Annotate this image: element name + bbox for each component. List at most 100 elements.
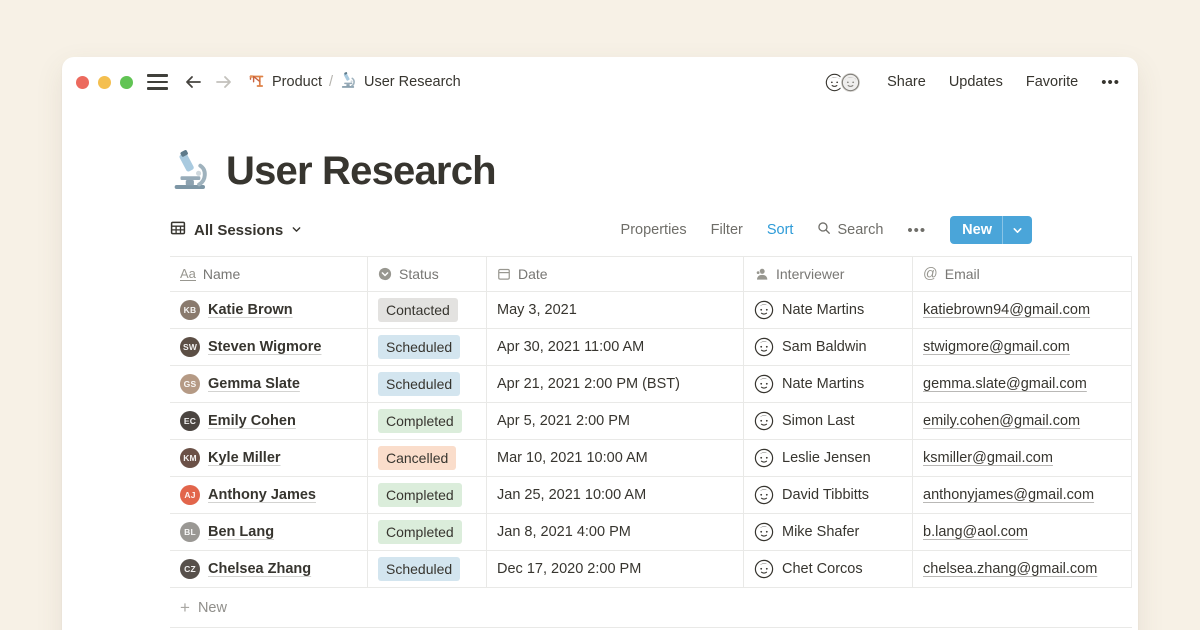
participant-name-link[interactable]: Ben Lang (208, 524, 274, 540)
table-row[interactable]: AJ Anthony James Completed Jan 25, 2021 … (170, 477, 1132, 514)
interviewer-cell[interactable]: David Tibbitts (744, 477, 913, 514)
column-label: Date (518, 266, 548, 282)
participant-name-link[interactable]: Katie Brown (208, 302, 293, 318)
date-cell[interactable]: Apr 21, 2021 2:00 PM (BST) (487, 366, 744, 403)
sort-button[interactable]: Sort (767, 222, 794, 238)
date-cell[interactable]: Mar 10, 2021 10:00 AM (487, 440, 744, 477)
view-switcher[interactable]: All Sessions (170, 220, 302, 240)
date-cell[interactable]: May 3, 2021 (487, 292, 744, 329)
favorite-button[interactable]: Favorite (1026, 74, 1078, 90)
column-header-date[interactable]: Date (487, 257, 744, 292)
page-microscope-icon[interactable] (170, 150, 212, 192)
close-window-button[interactable] (76, 76, 89, 89)
email-cell[interactable]: b.lang@aol.com (913, 514, 1132, 551)
status-cell[interactable]: Cancelled (368, 440, 487, 477)
email-link[interactable]: b.lang@aol.com (923, 524, 1028, 540)
new-row-label: New (198, 600, 227, 616)
breadcrumb-item-product[interactable]: Product (249, 72, 322, 92)
name-cell[interactable]: AJ Anthony James (170, 477, 368, 514)
interviewer-cell[interactable]: Sam Baldwin (744, 329, 913, 366)
status-cell[interactable]: Completed (368, 514, 487, 551)
updates-button[interactable]: Updates (949, 74, 1003, 90)
table-row[interactable]: BL Ben Lang Completed Jan 8, 2021 4:00 P… (170, 514, 1132, 551)
name-cell[interactable]: CZ Chelsea Zhang (170, 551, 368, 588)
interviewer-cell[interactable]: Mike Shafer (744, 514, 913, 551)
status-cell[interactable]: Contacted (368, 292, 487, 329)
date-cell[interactable]: Jan 25, 2021 10:00 AM (487, 477, 744, 514)
new-button-chevron-icon[interactable] (1003, 225, 1032, 236)
column-header-status[interactable]: Status (368, 257, 487, 292)
forward-arrow-icon[interactable] (215, 74, 233, 90)
interviewer-cell[interactable]: Chet Corcos (744, 551, 913, 588)
interviewer-cell[interactable]: Nate Martins (744, 292, 913, 329)
status-cell[interactable]: Scheduled (368, 551, 487, 588)
status-cell[interactable]: Scheduled (368, 329, 487, 366)
new-row-button[interactable]: + New (170, 588, 1132, 628)
interviewer-cell[interactable]: Nate Martins (744, 366, 913, 403)
breadcrumb-item-user-research[interactable]: User Research (340, 72, 461, 93)
interviewer-name: Chet Corcos (782, 561, 863, 577)
table-row[interactable]: KB Katie Brown Contacted May 3, 2021 Nat… (170, 292, 1132, 329)
participant-name-link[interactable]: Kyle Miller (208, 450, 281, 466)
column-header-interviewer[interactable]: Interviewer (744, 257, 913, 292)
email-cell[interactable]: anthonyjames@gmail.com (913, 477, 1132, 514)
email-cell[interactable]: gemma.slate@gmail.com (913, 366, 1132, 403)
table-row[interactable]: EC Emily Cohen Completed Apr 5, 2021 2:0… (170, 403, 1132, 440)
email-cell[interactable]: ksmiller@gmail.com (913, 440, 1132, 477)
table-row[interactable]: KM Kyle Miller Cancelled Mar 10, 2021 10… (170, 440, 1132, 477)
name-cell[interactable]: KB Katie Brown (170, 292, 368, 329)
email-cell[interactable]: emily.cohen@gmail.com (913, 403, 1132, 440)
share-button[interactable]: Share (887, 74, 926, 90)
zoom-window-button[interactable] (120, 76, 133, 89)
email-property-icon: @ (923, 266, 938, 282)
email-link[interactable]: anthonyjames@gmail.com (923, 487, 1094, 503)
interviewer-cell[interactable]: Simon Last (744, 403, 913, 440)
more-options-icon[interactable]: ••• (1101, 74, 1120, 91)
table-row[interactable]: GS Gemma Slate Scheduled Apr 21, 2021 2:… (170, 366, 1132, 403)
status-cell[interactable]: Completed (368, 477, 487, 514)
participant-name-link[interactable]: Anthony James (208, 487, 316, 503)
table-row[interactable]: CZ Chelsea Zhang Scheduled Dec 17, 2020 … (170, 551, 1132, 588)
status-cell[interactable]: Completed (368, 403, 487, 440)
table-row[interactable]: SW Steven Wigmore Scheduled Apr 30, 2021… (170, 329, 1132, 366)
page-title: User Research (226, 149, 496, 194)
properties-button[interactable]: Properties (621, 222, 687, 238)
email-cell[interactable]: katiebrown94@gmail.com (913, 292, 1132, 329)
collaborator-avatar[interactable] (839, 71, 862, 94)
interviewer-name: Leslie Jensen (782, 450, 871, 466)
email-link[interactable]: ksmiller@gmail.com (923, 450, 1053, 466)
participant-name-link[interactable]: Steven Wigmore (208, 339, 321, 355)
date-cell[interactable]: Dec 17, 2020 2:00 PM (487, 551, 744, 588)
date-cell[interactable]: Apr 5, 2021 2:00 PM (487, 403, 744, 440)
sidebar-menu-icon[interactable] (147, 74, 168, 89)
filter-button[interactable]: Filter (711, 222, 743, 238)
email-cell[interactable]: chelsea.zhang@gmail.com (913, 551, 1132, 588)
participant-name-link[interactable]: Chelsea Zhang (208, 561, 311, 577)
email-link[interactable]: katiebrown94@gmail.com (923, 302, 1090, 318)
status-cell[interactable]: Scheduled (368, 366, 487, 403)
email-cell[interactable]: stwigmore@gmail.com (913, 329, 1132, 366)
status-badge: Scheduled (378, 335, 460, 359)
email-link[interactable]: gemma.slate@gmail.com (923, 376, 1087, 392)
column-header-name[interactable]: Aa Name (170, 257, 368, 292)
date-value: Jan 8, 2021 4:00 PM (497, 524, 631, 540)
back-arrow-icon[interactable] (184, 74, 202, 90)
email-link[interactable]: emily.cohen@gmail.com (923, 413, 1080, 429)
name-cell[interactable]: KM Kyle Miller (170, 440, 368, 477)
toolbar-more-icon[interactable]: ••• (907, 222, 926, 239)
name-cell[interactable]: SW Steven Wigmore (170, 329, 368, 366)
name-cell[interactable]: EC Emily Cohen (170, 403, 368, 440)
minimize-window-button[interactable] (98, 76, 111, 89)
email-link[interactable]: stwigmore@gmail.com (923, 339, 1070, 355)
column-header-email[interactable]: @ Email (913, 257, 1132, 292)
search-button[interactable]: Search (817, 221, 883, 239)
new-button[interactable]: New (950, 216, 1032, 244)
name-cell[interactable]: BL Ben Lang (170, 514, 368, 551)
date-cell[interactable]: Apr 30, 2021 11:00 AM (487, 329, 744, 366)
date-cell[interactable]: Jan 8, 2021 4:00 PM (487, 514, 744, 551)
interviewer-cell[interactable]: Leslie Jensen (744, 440, 913, 477)
name-cell[interactable]: GS Gemma Slate (170, 366, 368, 403)
participant-name-link[interactable]: Emily Cohen (208, 413, 296, 429)
email-link[interactable]: chelsea.zhang@gmail.com (923, 561, 1097, 577)
participant-name-link[interactable]: Gemma Slate (208, 376, 300, 392)
